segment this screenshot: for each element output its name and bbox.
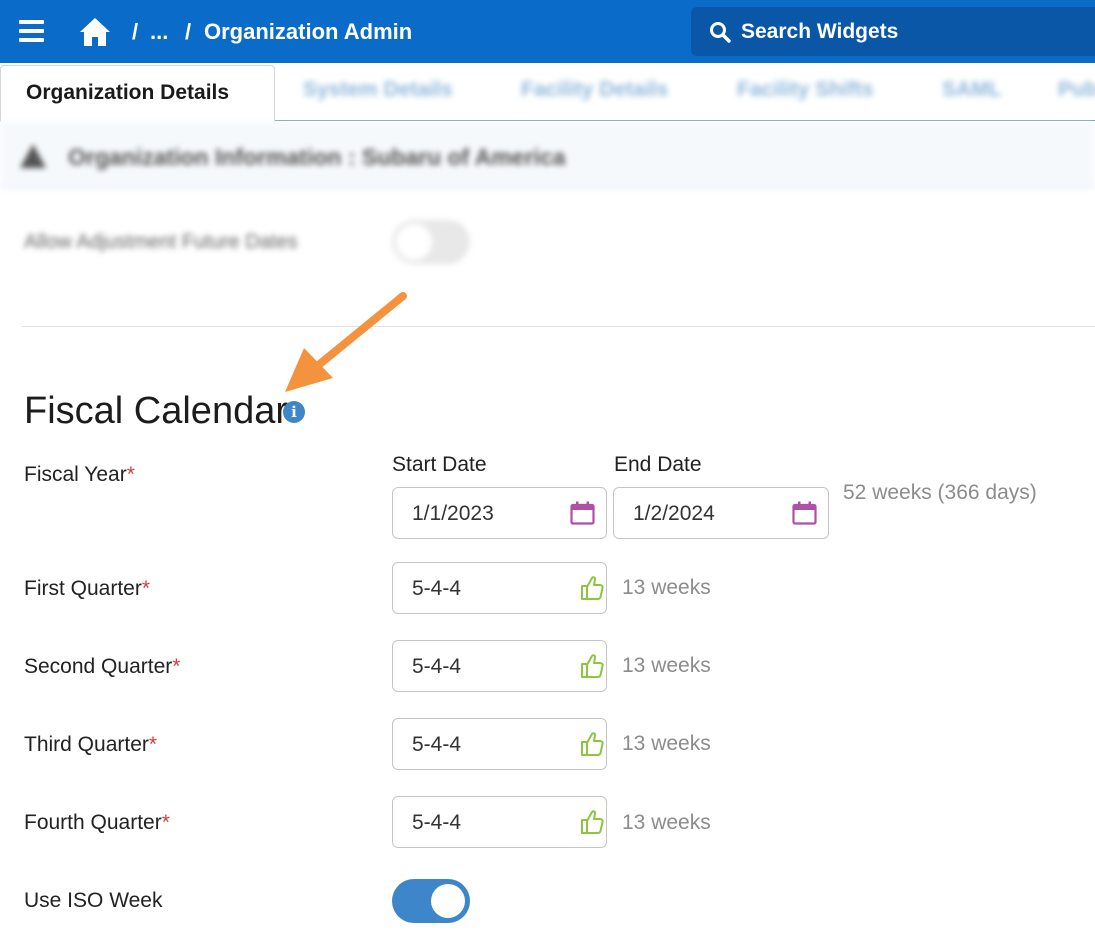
second-quarter-field[interactable]: 5-4-4	[392, 640, 607, 692]
end-date-field[interactable]: 1/2/2024	[613, 487, 829, 539]
third-quarter-field[interactable]: 5-4-4	[392, 718, 607, 770]
required-marker: *	[161, 811, 170, 834]
required-marker: *	[172, 655, 181, 678]
end-date-label: End Date	[614, 453, 702, 476]
breadcrumb-current-page: Organization Admin	[204, 19, 413, 44]
breadcrumb-separator: /	[132, 19, 139, 44]
first-quarter-value: 5-4-4	[412, 577, 462, 600]
tab-facility-shifts[interactable]: Facility Shifts	[737, 78, 874, 102]
third-quarter-value: 5-4-4	[412, 733, 462, 756]
required-marker: *	[141, 577, 151, 600]
info-icon[interactable]: i	[283, 401, 305, 423]
fiscal-year-duration: 52 weeks (366 days)	[843, 481, 1037, 504]
home-icon[interactable]	[78, 16, 112, 48]
thumbs-up-icon	[581, 810, 604, 834]
required-marker: *	[126, 463, 135, 486]
setting-label: Allow Adjustment Future Dates	[24, 231, 298, 253]
first-quarter-field[interactable]: 5-4-4	[392, 562, 607, 614]
label-text: First Quarter	[24, 577, 142, 600]
search-widgets-box[interactable]: Search Widgets	[691, 7, 1095, 56]
required-marker: *	[148, 733, 158, 756]
label-text: Fiscal Year	[24, 463, 127, 486]
use-iso-week-toggle[interactable]	[392, 879, 470, 923]
warning-icon	[20, 144, 46, 168]
first-quarter-label: First Quarter*	[24, 577, 150, 601]
search-placeholder: Search Widgets	[741, 20, 899, 43]
second-quarter-weeks: 13 weeks	[622, 654, 711, 677]
tab-facility-details[interactable]: Facility Details	[521, 78, 668, 102]
tab-overflow[interactable]: Pub	[1058, 78, 1095, 102]
third-quarter-weeks: 13 weeks	[622, 732, 711, 755]
end-date-value: 1/2/2024	[633, 502, 715, 525]
breadcrumb-ellipsis[interactable]: ...	[150, 20, 168, 44]
search-icon	[710, 22, 731, 43]
start-date-label: Start Date	[392, 453, 487, 476]
breadcrumb-separator: /	[185, 19, 192, 44]
third-quarter-label: Third Quarter*	[24, 733, 157, 757]
use-iso-week-label: Use ISO Week	[24, 889, 163, 912]
setting-toggle[interactable]	[392, 220, 470, 264]
thumbs-up-icon	[581, 576, 604, 600]
top-navigation-bar: / ... / Organization Admin Search Widget…	[0, 0, 1095, 63]
fourth-quarter-label: Fourth Quarter*	[24, 811, 170, 835]
tab-system-details[interactable]: System Details	[303, 78, 452, 102]
fourth-quarter-weeks: 13 weeks	[622, 811, 711, 834]
fourth-quarter-value: 5-4-4	[412, 811, 462, 834]
start-date-value: 1/1/2023	[412, 502, 494, 525]
section-title: Organization Information : Subaru of Ame…	[68, 144, 566, 170]
fiscal-calendar-heading: Fiscal Calendar	[24, 390, 288, 432]
toggle-knob	[431, 884, 465, 918]
tab-organization-details[interactable]: Organization Details	[0, 65, 275, 122]
annotation-arrow	[285, 292, 407, 392]
label-text: Third Quarter	[24, 733, 149, 756]
second-quarter-label: Second Quarter*	[24, 655, 180, 679]
first-quarter-weeks: 13 weeks	[622, 576, 711, 599]
tab-label: Organization Details	[26, 81, 230, 104]
hamburger-menu-icon[interactable]	[19, 20, 44, 42]
divider	[22, 326, 1095, 327]
tab-saml[interactable]: SAML	[942, 78, 1002, 102]
fourth-quarter-field[interactable]: 5-4-4	[392, 796, 607, 848]
start-date-field[interactable]: 1/1/2023	[392, 487, 607, 539]
calendar-icon[interactable]	[570, 501, 595, 525]
thumbs-up-icon	[581, 732, 604, 756]
thumbs-up-icon	[581, 654, 604, 678]
fiscal-year-label: Fiscal Year*	[24, 463, 135, 487]
tab-bar: Organization Details System Details Faci…	[0, 63, 1095, 122]
section-header: Organization Information : Subaru of Ame…	[0, 122, 1095, 188]
second-quarter-value: 5-4-4	[412, 655, 462, 678]
label-text: Second Quarter	[24, 655, 173, 678]
label-text: Fourth Quarter	[24, 811, 162, 834]
calendar-icon[interactable]	[792, 501, 817, 525]
